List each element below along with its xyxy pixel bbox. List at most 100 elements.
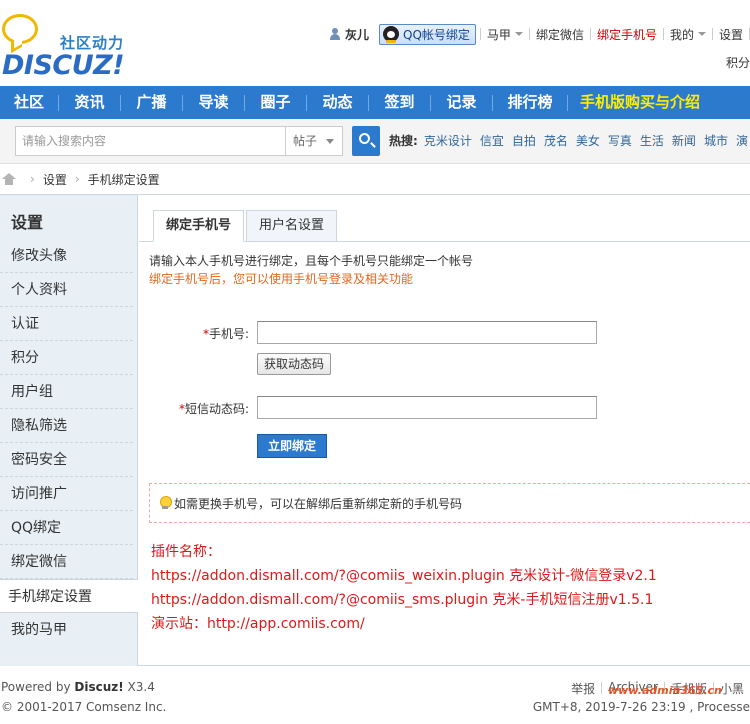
hot-word[interactable]: 信宜 [480, 132, 504, 149]
sidebar-item-promotion[interactable]: 访问推广 [0, 477, 133, 511]
hot-word[interactable]: 写真 [608, 132, 632, 149]
logo-bubble-icon [2, 14, 38, 44]
hot-search-label: 热搜: [389, 134, 418, 148]
qq-bind-label: QQ帐号绑定 [403, 27, 470, 42]
hot-word[interactable]: 新闻 [672, 132, 696, 149]
hot-word[interactable]: 城市 [704, 132, 728, 149]
tab-username[interactable]: 用户名设置 [246, 210, 338, 242]
majia-menu[interactable]: 马甲 [481, 26, 529, 43]
user-icon [329, 28, 341, 40]
powered-version: X3.4 [123, 680, 155, 694]
chevron-down-icon [697, 32, 706, 36]
discuz-logo[interactable]: 社区动力 DISCUZ! [0, 12, 140, 82]
content-area: 绑定手机号 用户名设置 请输入本人手机号进行绑定，且每个手机号只能绑定一个帐号 … [139, 195, 750, 666]
breadcrumb: › 设置 › 手机绑定设置 [0, 164, 750, 194]
home-icon[interactable] [2, 173, 16, 185]
powered-by: Powered by Discuz! X3.4 [1, 680, 155, 694]
username-link[interactable]: 灰儿 [323, 26, 375, 43]
footer: Powered by Discuz! X3.4 © 2001-2017 Coms… [0, 670, 750, 724]
search-icon [359, 133, 370, 144]
nav-item-broadcast[interactable]: 广播 [121, 86, 182, 119]
nav-item-ranking[interactable]: 排行榜 [493, 86, 567, 119]
sidebar-item-profile[interactable]: 个人资料 [0, 273, 133, 307]
nav-item-feed[interactable]: 动态 [307, 86, 368, 119]
qq-penguin-icon [383, 26, 400, 43]
phone-label-text: 手机号: [208, 327, 249, 341]
sidebar-item-avatar[interactable]: 修改头像 [0, 239, 133, 273]
search-scope-label: 帖子 [293, 134, 318, 148]
search-input[interactable]: 请输入搜索内容 [15, 126, 285, 156]
tab-bar: 绑定手机号 用户名设置 [153, 210, 339, 242]
nav-item-guide[interactable]: 导读 [183, 86, 244, 119]
plugin-line-2: https://addon.dismall.com/?@comiis_sms.p… [151, 592, 654, 608]
hot-word[interactable]: 克米设计 [424, 132, 472, 149]
plugin-line-1: https://addon.dismall.com/?@comiis_weixi… [151, 568, 657, 584]
hot-word[interactable]: 生活 [640, 132, 664, 149]
lightbulb-icon [159, 496, 172, 510]
plugin-line-3: 演示站：http://app.comiis.com/ [151, 616, 365, 632]
breadcrumb-settings[interactable]: 设置 [43, 171, 67, 188]
settings-link[interactable]: 设置 [713, 26, 749, 43]
main-panel: 设置 修改头像 个人资料 认证 积分 用户组 隐私筛选 密码安全 访问推广 QQ… [0, 194, 750, 666]
hot-search: 热搜: 克米设计 信宜 自拍 茂名 美女 写真 生活 新闻 城市 演 [389, 132, 750, 149]
phone-input[interactable] [257, 321, 597, 344]
logo-brand: DISCUZ! [2, 50, 125, 81]
hot-word[interactable]: 自拍 [512, 132, 536, 149]
sidebar-item-wechat[interactable]: 绑定微信 [0, 545, 133, 579]
get-code-button[interactable]: 获取动态码 [257, 353, 332, 375]
sms-label-text: 短信动态码: [184, 402, 249, 416]
nav-item-community[interactable]: 社区 [0, 86, 58, 119]
notice-box: 如需更换手机号，可以在解绑后重新绑定新的手机号码 [149, 483, 750, 523]
chevron-right-icon: › [30, 172, 35, 186]
powered-prefix: Powered by [1, 680, 75, 694]
search-button[interactable] [352, 126, 380, 156]
nav-item-mobile[interactable]: 手机版购买与介绍 [568, 86, 712, 119]
sidebar-item-credits[interactable]: 积分 [0, 341, 133, 375]
main-nav: 社区 资讯 广播 导读 圈子 动态 签到 记录 排行榜 手机版购买与介绍 [0, 86, 750, 119]
bind-now-button[interactable]: 立即绑定 [257, 434, 328, 458]
sidebar-title: 设置 [11, 213, 44, 232]
chevron-right-icon: › [74, 172, 80, 186]
hot-word[interactable]: 演 [736, 132, 748, 149]
credits-link[interactable]: 积分 [726, 54, 750, 71]
user-topbar: 灰儿 QQ帐号绑定 马甲 绑定微信 绑定手机号 我的 设置 [323, 22, 750, 46]
mine-menu[interactable]: 我的 [664, 26, 712, 43]
nav-item-news[interactable]: 资讯 [59, 86, 120, 119]
powered-brand-link[interactable]: Discuz! [74, 680, 123, 694]
chevron-down-icon [514, 32, 523, 36]
sms-field-label: *短信动态码: [139, 400, 249, 417]
chevron-down-icon [326, 139, 334, 144]
bind-wechat-link[interactable]: 绑定微信 [530, 26, 590, 43]
sidebar-item-verify[interactable]: 认证 [0, 307, 133, 341]
mine-label: 我的 [669, 27, 694, 42]
plugin-title: 插件名称： [151, 544, 221, 560]
header: 社区动力 DISCUZ! 灰儿 QQ帐号绑定 马甲 绑定微信 绑定手机号 我的 … [0, 0, 750, 86]
settings-sidebar: 设置 修改头像 个人资料 认证 积分 用户组 隐私筛选 密码安全 访问推广 QQ… [0, 195, 138, 666]
sidebar-item-usergroup[interactable]: 用户组 [0, 375, 133, 409]
sidebar-item-password[interactable]: 密码安全 [0, 443, 133, 477]
hot-word[interactable]: 茂名 [544, 132, 568, 149]
nav-item-signin[interactable]: 签到 [369, 86, 430, 119]
sidebar-item-qq[interactable]: QQ绑定 [0, 511, 133, 545]
sidebar-item-privacy[interactable]: 隐私筛选 [0, 409, 133, 443]
watermark: www.admin365.cn [608, 684, 722, 697]
search-scope-select[interactable]: 帖子 [285, 126, 343, 156]
tab-bind-phone[interactable]: 绑定手机号 [153, 210, 245, 242]
sidebar-item-majia[interactable]: 我的马甲 [0, 613, 133, 647]
qq-bind-button[interactable]: QQ帐号绑定 [379, 23, 476, 45]
bind-hint: 绑定手机号后，您可以使用手机号登录及相关功能 [149, 272, 414, 286]
breadcrumb-current: 手机绑定设置 [87, 172, 160, 187]
sidebar-item-phone[interactable]: 手机绑定设置 [0, 579, 138, 613]
nav-item-records[interactable]: 记录 [431, 86, 492, 119]
username-label: 灰儿 [345, 27, 370, 42]
sms-code-input[interactable] [257, 396, 597, 419]
nav-item-circle[interactable]: 圈子 [245, 86, 306, 119]
hot-word[interactable]: 美女 [576, 132, 600, 149]
search-bar: 请输入搜索内容 帖子 热搜: 克米设计 信宜 自拍 茂名 美女 写真 生活 新闻… [0, 119, 750, 164]
footer-link-report[interactable]: 举报 [565, 680, 601, 697]
bind-phone-link[interactable]: 绑定手机号 [591, 26, 663, 43]
majia-label: 马甲 [486, 27, 511, 42]
footer-time: GMT+8, 2019-7-26 23:19 , Processe [532, 700, 750, 714]
notice-text: 如需更换手机号，可以在解绑后重新绑定新的手机号码 [174, 496, 463, 511]
copyright: © 2001-2017 Comsenz Inc. [1, 700, 167, 714]
